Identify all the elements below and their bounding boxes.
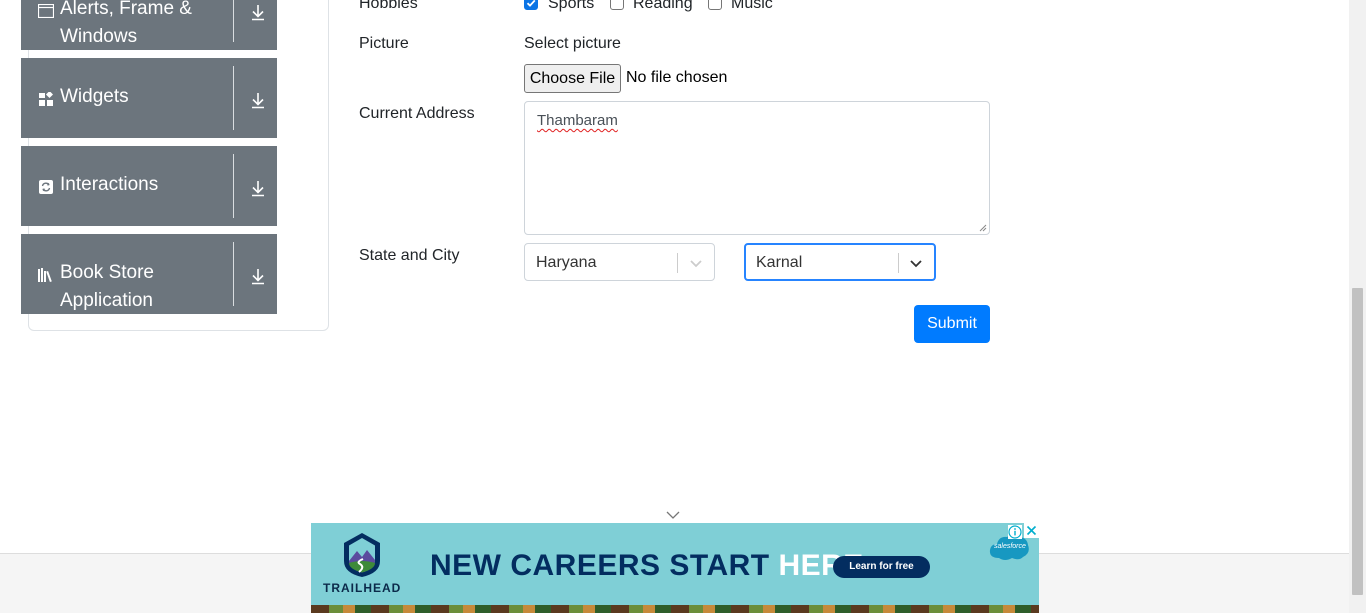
ad-foliage-strip (311, 605, 1039, 613)
city-select[interactable]: Karnal (744, 243, 936, 281)
group-widgets[interactable]: Widgets (21, 58, 277, 138)
select-picture-prompt: Select picture (524, 35, 621, 52)
picture-label: Picture (359, 35, 409, 52)
city-value: Karnal (756, 254, 803, 271)
hobbies-label: Hobbies (359, 0, 418, 12)
music-label[interactable]: Music (731, 0, 773, 13)
download-arrow-icon[interactable] (248, 2, 268, 22)
group-label-line2: Application (60, 290, 153, 311)
ad-cta-button[interactable]: Learn for free (833, 556, 930, 578)
group-divider (233, 0, 234, 42)
ad-partner: salesforce (994, 543, 1026, 550)
submit-button[interactable]: Submit (914, 305, 990, 343)
group-divider (233, 66, 234, 130)
group-divider (233, 154, 234, 218)
group-alerts-frame-windows[interactable]: Alerts, Frame & Windows (21, 0, 277, 50)
ad-info-icon[interactable] (1008, 525, 1022, 539)
sports-checkbox[interactable] (524, 0, 538, 10)
music-checkbox[interactable] (708, 0, 722, 10)
state-value: Haryana (536, 254, 597, 271)
address-value: Thambaram (537, 112, 618, 129)
reading-checkbox[interactable] (610, 0, 624, 10)
scrollbar-thumb[interactable] (1352, 288, 1363, 595)
group-label-line1: Book Store (60, 262, 154, 283)
choose-file-button[interactable]: Choose File (524, 64, 621, 93)
group-label: Interactions (60, 174, 159, 195)
reading-label[interactable]: Reading (633, 0, 693, 13)
download-arrow-icon[interactable] (248, 266, 268, 286)
download-arrow-icon[interactable] (248, 178, 268, 198)
state-select[interactable]: Haryana (524, 243, 715, 281)
trailhead-logo-icon (344, 533, 380, 577)
group-divider (233, 242, 234, 306)
interactions-icon (38, 179, 54, 195)
resize-handle-icon[interactable] (979, 224, 987, 232)
window-icon (38, 3, 54, 19)
state-city-label: State and City (359, 247, 460, 264)
ad-headline-part1: NEW CAREERS START (430, 549, 779, 582)
chevron-down-icon[interactable] (665, 509, 681, 521)
group-label-line2: Windows (60, 26, 138, 47)
ad-banner[interactable]: TRAILHEAD NEW CAREERS START HERE. Learn … (311, 523, 1039, 613)
group-label-line1: Alerts, Frame & (60, 0, 192, 19)
chevron-down-icon[interactable] (686, 253, 706, 273)
file-status-text: No file chosen (626, 69, 728, 86)
current-address-textarea[interactable]: Thambaram (524, 101, 990, 235)
group-book-store-application[interactable]: Book Store Application (21, 234, 277, 314)
group-interactions[interactable]: Interactions (21, 146, 277, 226)
ad-brand: TRAILHEAD (323, 581, 402, 595)
widgets-icon (38, 91, 54, 107)
current-address-label: Current Address (359, 105, 475, 122)
download-arrow-icon[interactable] (248, 90, 268, 110)
group-label: Widgets (60, 86, 129, 107)
chevron-down-icon[interactable] (906, 253, 926, 273)
sports-label[interactable]: Sports (548, 0, 594, 13)
ad-close-icon[interactable] (1024, 523, 1039, 538)
select-separator (898, 253, 899, 273)
ad-headline: NEW CAREERS START HERE. (430, 549, 873, 583)
select-separator (677, 253, 678, 273)
book-icon (38, 267, 54, 283)
